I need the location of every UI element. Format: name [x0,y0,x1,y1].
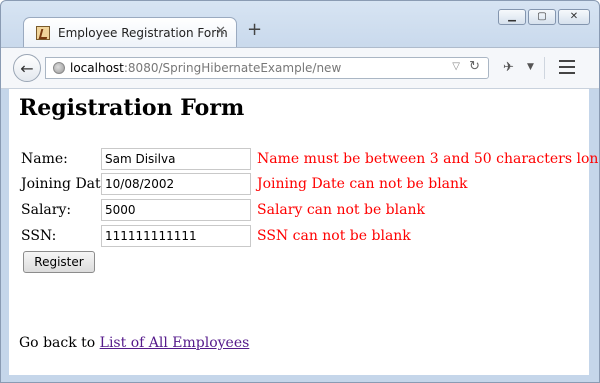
name-row: Name: Name must be between 3 and 50 char… [21,148,599,170]
minimize-button[interactable]: ▁ [498,9,526,25]
toolbar-separator [544,57,545,79]
minimize-icon: ▁ [508,11,516,22]
page-content: Registration Form Name: Name must be bet… [9,89,599,375]
maximize-icon: ▢ [537,11,547,22]
ssn-field[interactable] [101,225,251,247]
joining-date-error: Joining Date can not be blank [257,176,468,192]
joining-date-field[interactable] [101,173,251,195]
joining-date-label: Joining Date: [21,176,114,192]
close-icon: ✕ [569,11,579,22]
back-button[interactable]: ← [13,54,41,82]
hamburger-menu-icon[interactable] [559,60,575,74]
ssn-row: SSN: SSN can not be blank [21,225,581,247]
url-path: :8080/SpringHibernateExample/new [123,61,342,75]
employee-list-link[interactable]: List of All Employees [100,335,250,351]
tab-title: Employee Registration Form [58,25,228,40]
address-bar[interactable]: localhost:8080/SpringHibernateExample/ne… [45,57,489,79]
page-title: Registration Form [19,95,245,121]
browser-window: Employee Registration Form ✕ + ▁ ▢ ✕ ← l… [0,0,600,383]
maximize-button[interactable]: ▢ [528,9,556,25]
url-host: localhost [70,61,124,75]
reload-icon[interactable]: ↻ [469,59,480,74]
salary-label: Salary: [21,202,72,218]
close-tab-icon[interactable]: ✕ [215,24,226,39]
go-back-text: Go back to List of All Employees [19,335,249,351]
new-tab-icon[interactable]: + [247,21,262,39]
navigation-bar: ← localhost:8080/SpringHibernateExample/… [1,47,599,89]
register-button[interactable]: Register [23,251,95,273]
addon-icon[interactable]: ✈ [503,60,514,75]
app-favicon-icon [36,25,50,40]
ssn-label: SSN: [21,228,57,244]
title-bar: Employee Registration Form ✕ + ▁ ▢ ✕ [1,1,599,49]
back-arrow-icon: ← [20,58,34,78]
name-field[interactable] [101,148,251,170]
url-dropdown-icon[interactable]: ▽ [452,61,460,72]
go-back-prefix: Go back to [19,335,96,351]
salary-field[interactable] [101,199,251,221]
ssn-error: SSN can not be blank [257,228,411,244]
joining-date-row: Joining Date: Joining Date can not be bl… [21,173,581,195]
globe-icon [53,62,65,74]
addon-dropdown-icon[interactable]: ▼ [527,62,534,72]
salary-row: Salary: Salary can not be blank [21,199,581,221]
close-window-button[interactable]: ✕ [558,9,590,25]
name-error: Name must be between 3 and 50 characters… [257,151,600,167]
browser-tab[interactable]: Employee Registration Form ✕ [23,17,237,47]
name-label: Name: [21,151,68,167]
salary-error: Salary can not be blank [257,202,425,218]
